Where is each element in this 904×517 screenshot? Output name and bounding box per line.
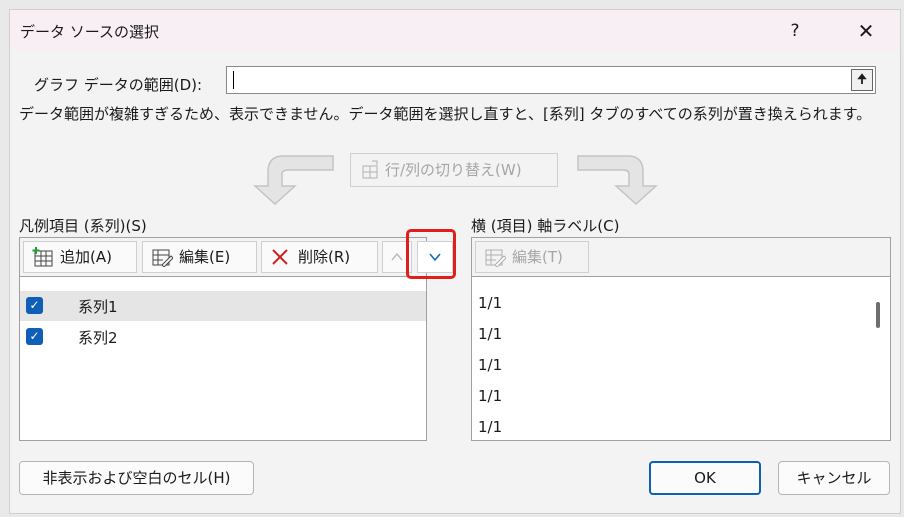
delete-x-icon	[272, 249, 288, 265]
chart-range-label: グラフ データの範囲(D):	[34, 76, 203, 94]
axis-labels-label: 横 (項目) 軸ラベル(C)	[471, 217, 620, 235]
complex-range-message: データ範囲が複雑すぎるため、表示できません。データ範囲を選択し直すと、[系列] …	[19, 105, 872, 123]
axis-label-item: 1/1	[478, 387, 503, 405]
add-table-icon	[32, 247, 53, 267]
series-row[interactable]: ✓ 系列2	[20, 322, 426, 352]
edit-axis-labels-button[interactable]: 編集(T)	[475, 241, 589, 273]
series-name: 系列1	[78, 298, 118, 316]
close-button[interactable]: ✕	[846, 16, 886, 46]
edit-table-icon	[485, 249, 506, 267]
axis-labels-pane: 編集(T) 1/1 1/1 1/1 1/1 1/1	[471, 237, 891, 441]
collapse-dialog-button[interactable]: 🠉	[851, 69, 873, 91]
cancel-button[interactable]: キャンセル	[778, 461, 890, 495]
series-checkbox[interactable]: ✓	[26, 297, 43, 314]
add-series-button[interactable]: 追加(A)	[23, 241, 137, 273]
select-data-source-dialog: データ ソースの選択 ? ✕ グラフ データの範囲(D): 🠉 データ範囲が複雑…	[9, 9, 901, 514]
axis-label-item: 1/1	[478, 356, 503, 374]
axis-labels-scrollbar[interactable]	[868, 277, 890, 440]
red-highlight-box	[406, 229, 456, 279]
hidden-empty-cells-button[interactable]: 非表示および空白のセル(H)	[19, 461, 254, 495]
right-curved-arrow-icon	[577, 155, 658, 206]
legend-entries-pane: 追加(A) 編集(E) 削除(R) ✓ 系列1 ✓ 系列2	[19, 237, 453, 441]
legend-toolbar: 追加(A) 編集(E) 削除(R)	[20, 238, 453, 277]
help-button[interactable]: ?	[775, 16, 815, 46]
series-row[interactable]: ✓ 系列1	[20, 291, 426, 321]
switch-row-column-icon	[362, 160, 378, 179]
add-series-label: 追加(A)	[60, 248, 112, 266]
axis-label-item: 1/1	[478, 418, 503, 436]
axis-label-item: 1/1	[478, 325, 503, 343]
upload-arrow-icon: 🠉	[856, 72, 868, 87]
dialog-title: データ ソースの選択	[20, 23, 160, 41]
ok-button[interactable]: OK	[649, 461, 761, 495]
edit-table-icon	[152, 249, 173, 267]
text-caret	[233, 71, 234, 89]
edit-series-label: 編集(E)	[179, 248, 231, 266]
switch-row-column-button[interactable]: 行/列の切り替え(W)	[350, 153, 558, 187]
legend-entries-label: 凡例項目 (系列)(S)	[19, 217, 147, 235]
scrollbar-thumb[interactable]	[876, 302, 880, 328]
chevron-up-icon	[391, 252, 403, 261]
switch-row-column-label: 行/列の切り替え(W)	[385, 161, 522, 179]
left-curved-arrow-icon	[253, 155, 334, 206]
title-bar: データ ソースの選択 ? ✕	[10, 10, 900, 52]
edit-axis-labels-label: 編集(T)	[512, 248, 563, 266]
chart-range-input[interactable]: 🠉	[226, 66, 876, 94]
delete-series-button[interactable]: 削除(R)	[261, 241, 378, 273]
series-checkbox[interactable]: ✓	[26, 328, 43, 345]
series-name: 系列2	[78, 329, 118, 347]
axis-label-item: 1/1	[478, 294, 503, 312]
axis-toolbar: 編集(T)	[472, 238, 890, 277]
delete-series-label: 削除(R)	[298, 248, 351, 266]
edit-series-button[interactable]: 編集(E)	[142, 241, 257, 273]
